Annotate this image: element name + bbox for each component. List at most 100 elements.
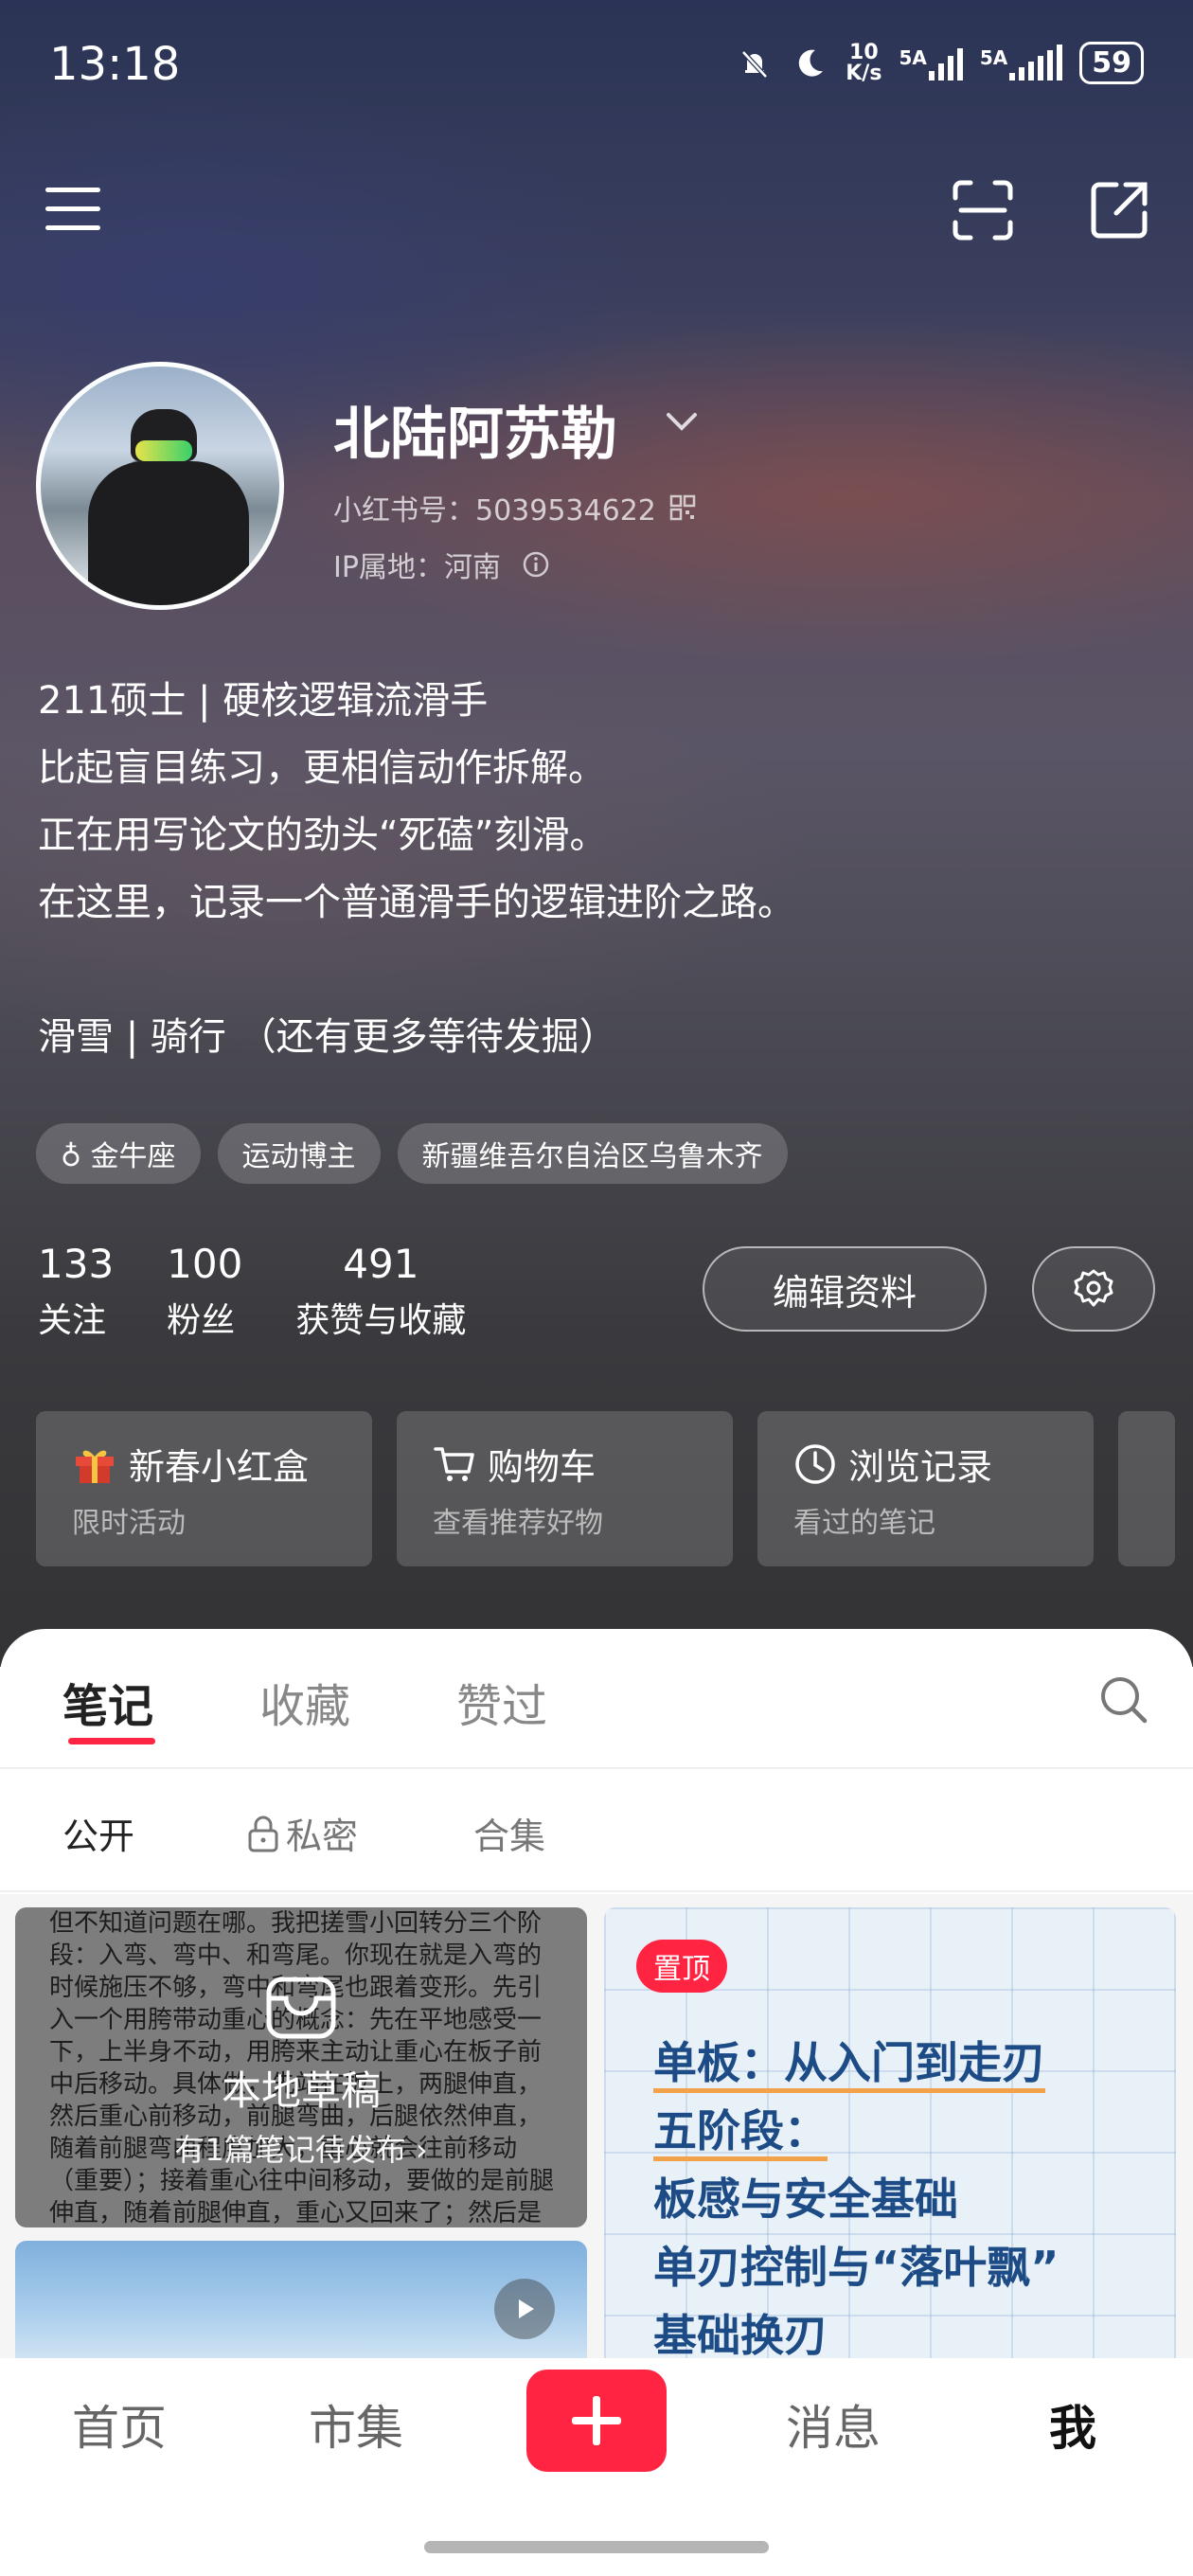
tab-liked[interactable]: 赞过 xyxy=(456,1669,547,1735)
card-cart[interactable]: 购物车 查看推荐好物 xyxy=(397,1411,733,1566)
avatar[interactable] xyxy=(36,362,284,610)
card-red-box-subtitle: 限时活动 xyxy=(72,1507,186,1540)
signal-icon xyxy=(1009,44,1063,80)
pinned-line-text: 五阶段： xyxy=(653,2105,828,2161)
stat-following[interactable]: 133 关注 xyxy=(38,1241,114,1342)
sim1-label: 5A xyxy=(899,45,927,69)
settings-button[interactable] xyxy=(1032,1246,1155,1332)
subtab-albums[interactable]: 合集 xyxy=(473,1807,545,1859)
pinned-line: 单刃控制与“落叶飘” xyxy=(653,2242,1059,2293)
nav-messages[interactable]: 消息 xyxy=(786,2390,881,2459)
bio-line xyxy=(38,937,795,1004)
tag-location[interactable]: 新疆维吾尔自治区乌鲁木齐 xyxy=(397,1123,788,1184)
card-cart-title: 购物车 xyxy=(488,1446,596,1488)
pinned-line: 板感与安全基础 xyxy=(653,2174,958,2225)
bio-line: 比起盲目练习，更相信动作拆解。 xyxy=(38,746,606,790)
bio-line: 滑雪 | 骑行 （还有更多等待发掘） xyxy=(38,1015,617,1059)
edit-profile-button[interactable]: 编辑资料 xyxy=(703,1246,987,1332)
draft-title: 本地草稿 xyxy=(221,2067,381,2114)
video-note-card[interactable] xyxy=(15,2241,587,2358)
profile-ip-row: IP属地：河南 xyxy=(333,544,550,585)
status-time: 13:18 xyxy=(49,38,181,91)
card-history[interactable]: 浏览记录 看过的笔记 xyxy=(757,1411,1094,1566)
play-icon xyxy=(519,2299,534,2318)
scan-button[interactable] xyxy=(949,176,1017,244)
subtab-private[interactable]: 私密 xyxy=(246,1807,358,1859)
profile-id: 小红书号：5039534622 xyxy=(333,494,656,528)
signal-icon xyxy=(928,46,963,80)
net-speed: 10 K/s xyxy=(846,40,882,85)
avatar-figure xyxy=(88,461,249,605)
stat-likes[interactable]: 491 获赞与收藏 xyxy=(295,1241,466,1342)
info-icon[interactable] xyxy=(522,550,550,579)
gift-icon xyxy=(76,1450,114,1483)
subtab-public[interactable]: 公开 xyxy=(62,1807,134,1859)
draft-box-icon xyxy=(266,1977,336,2039)
subtab-private-label: 私密 xyxy=(286,1816,359,1857)
tag-category[interactable]: 运动博主 xyxy=(217,1123,381,1184)
profile-id-row[interactable]: 小红书号：5039534622 xyxy=(333,487,696,528)
tab-collections[interactable]: 收藏 xyxy=(259,1669,350,1735)
local-draft-card[interactable]: 但不知道问题在哪。我把搓雪小回转分三个阶段：入弯、弯中、和弯尾。你现在就是入弯的… xyxy=(15,1907,587,2227)
lock-icon xyxy=(248,1816,278,1852)
pinned-line: 五阶段： xyxy=(653,2097,1059,2165)
stat-followers[interactable]: 100 粉丝 xyxy=(167,1241,242,1342)
card-history-title: 浏览记录 xyxy=(848,1446,993,1488)
sim2-label: 5A xyxy=(979,45,1008,69)
profile-nickname[interactable]: 北陆阿苏勒 xyxy=(333,388,617,471)
nav-me[interactable]: 我 xyxy=(1049,2390,1096,2459)
bio-line: 在这里，记录一个普通滑手的逻辑进阶之路。 xyxy=(38,881,795,924)
card-more-partial[interactable] xyxy=(1118,1411,1175,1566)
nav-market[interactable]: 市集 xyxy=(309,2390,403,2459)
bio-line: 211硕士 | 硬核逻辑流滑手 xyxy=(38,679,489,723)
profile-ip: IP属地：河南 xyxy=(333,551,501,584)
bell-muted-icon xyxy=(741,49,769,79)
sim1-signal: 5A xyxy=(899,45,963,80)
subtab-albums-label: 合集 xyxy=(473,1816,546,1857)
feature-cards: 新春小红盒 限时活动 购物车 查看推荐好物 浏览记录 看过的笔记 xyxy=(36,1411,1175,1566)
card-history-subtitle: 看过的笔记 xyxy=(793,1507,935,1540)
stat-followers-label: 粉丝 xyxy=(167,1301,236,1340)
play-button[interactable] xyxy=(494,2279,555,2339)
menu-button[interactable] xyxy=(38,178,108,241)
share-icon xyxy=(1091,182,1148,239)
profile-stats: 133 关注 100 粉丝 491 获赞与收藏 xyxy=(38,1241,466,1342)
card-history-title-row: 浏览记录 xyxy=(793,1438,1094,1490)
content-tabs: 笔记 收藏 赞过 xyxy=(0,1629,1193,1769)
tab-notes[interactable]: 笔记 xyxy=(62,1669,153,1735)
moon-icon xyxy=(799,49,824,77)
battery-icon: 59 xyxy=(1079,42,1144,84)
card-red-box-title: 新春小红盒 xyxy=(129,1446,310,1488)
pinned-note-cover-text: 单板：从入门到走刃 五阶段： 板感与安全基础 单刃控制与“落叶飘” 基础换刃 xyxy=(653,2029,1059,2358)
pinned-line: 基础换刃 xyxy=(653,2310,828,2358)
stat-likes-count: 491 xyxy=(343,1241,419,1287)
nav-home[interactable]: 首页 xyxy=(72,2390,167,2459)
profile-bio[interactable]: 211硕士 | 硬核逻辑流滑手 比起盲目练习，更相信动作拆解。 正在用写论文的劲… xyxy=(38,668,795,1071)
active-tab-indicator xyxy=(68,1738,155,1744)
gear-icon xyxy=(1074,1269,1113,1307)
tag-zodiac[interactable]: ♁ 金牛座 xyxy=(36,1123,201,1184)
create-post-button[interactable] xyxy=(526,2370,667,2472)
status-bar: 13:18 10 K/s 5A 5A 59 xyxy=(0,0,1193,142)
qrcode-icon xyxy=(669,494,696,521)
sim2-signal: 5A xyxy=(979,44,1063,80)
status-icons: 10 K/s 5A 5A 59 xyxy=(736,42,1144,84)
plus-icon xyxy=(572,2396,621,2445)
stat-following-count: 133 xyxy=(38,1241,115,1287)
avatar-goggles xyxy=(135,440,192,461)
pinned-note-card[interactable]: 置顶 单板：从入门到走刃 五阶段： 板感与安全基础 单刃控制与“落叶飘” 基础换… xyxy=(604,1907,1176,2358)
card-red-box-title-row: 新春小红盒 xyxy=(72,1438,372,1490)
account-switch-button[interactable] xyxy=(663,407,701,439)
stat-followers-count: 100 xyxy=(167,1241,243,1287)
stat-following-label: 关注 xyxy=(38,1301,107,1340)
pinned-line-text: 单板：从入门到走刃 xyxy=(653,2037,1045,2093)
card-red-box[interactable]: 新春小红盒 限时活动 xyxy=(36,1411,372,1566)
share-button[interactable] xyxy=(1085,176,1153,244)
subtabs-divider xyxy=(0,1890,1193,1892)
cart-icon xyxy=(434,1446,474,1481)
pinned-badge: 置顶 xyxy=(636,1940,727,1993)
pinned-line: 单板：从入门到走刃 xyxy=(653,2029,1059,2097)
subtab-public-label: 公开 xyxy=(62,1816,135,1857)
scan-icon xyxy=(953,180,1013,241)
search-button[interactable] xyxy=(1095,1671,1153,1729)
